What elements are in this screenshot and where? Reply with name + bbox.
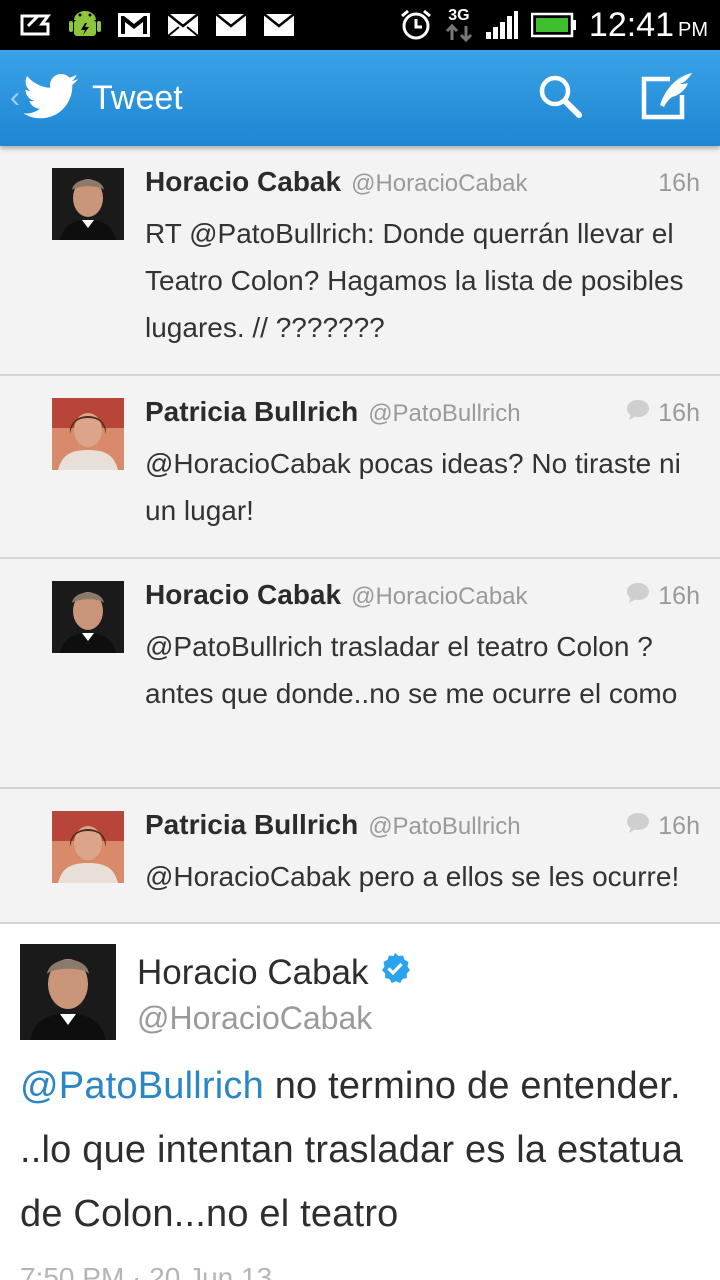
- notification-icons: [0, 0, 296, 50]
- mail-icon: [214, 12, 248, 38]
- avatar[interactable]: [52, 398, 124, 470]
- data-arrows-icon: 3G: [445, 8, 473, 42]
- tweet-meta: 16h: [658, 169, 700, 198]
- android-debug-icon: [68, 8, 102, 42]
- tweet-author-handle: @PatoBullrich: [368, 400, 521, 427]
- avatar[interactable]: [52, 168, 124, 240]
- mail-icon: [166, 12, 200, 38]
- tweet-body: Patricia Bullrich @PatoBullrich 16h @Hor…: [145, 396, 700, 534]
- main-tweet: Horacio Cabak @HoracioCabak @PatoBullric…: [0, 924, 720, 1280]
- tweet-body: Horacio Cabak @HoracioCabak 16h RT @Pato…: [145, 166, 700, 351]
- action-bar-actions: [536, 71, 720, 126]
- tweet-text: RT @PatoBullrich: Donde querrán llevar e…: [145, 218, 684, 343]
- main-tweet-author-name: Horacio Cabak: [137, 952, 369, 992]
- tweet-author-name[interactable]: Patricia Bullrich: [145, 809, 358, 841]
- tweet-author-name[interactable]: Horacio Cabak: [145, 579, 341, 611]
- tweet-meta: 16h: [626, 812, 700, 841]
- conversation-tweet[interactable]: Patricia Bullrich @PatoBullrich 16h @Hor…: [0, 376, 720, 559]
- avatar[interactable]: [52, 811, 124, 883]
- stack-icon: [18, 10, 54, 40]
- avatar[interactable]: [20, 944, 116, 1040]
- tweet-header: Horacio Cabak @HoracioCabak 16h: [145, 579, 700, 619]
- tweet-text: @PatoBullrich trasladar el teatro Colon …: [145, 631, 678, 709]
- tweet-author-handle: @HoracioCabak: [351, 170, 528, 197]
- conversation-tweet[interactable]: Patricia Bullrich @PatoBullrich 16h @Hor…: [0, 789, 720, 924]
- main-tweet-handle: @HoracioCabak: [137, 1000, 373, 1036]
- compose-icon[interactable]: [640, 71, 696, 126]
- tweet-time: 16h: [658, 399, 700, 427]
- system-icons: 3G 12:41 PM: [399, 0, 720, 50]
- main-tweet-text: @PatoBullrich no termino de entender. ..…: [20, 1054, 710, 1246]
- tweet-body: Horacio Cabak @HoracioCabak 16h @PatoBul…: [145, 579, 700, 717]
- tweet-header: Patricia Bullrich @PatoBullrich 16h: [145, 396, 700, 436]
- mention-link[interactable]: @PatoBullrich: [20, 1065, 264, 1107]
- reply-bubble-icon: [626, 812, 650, 841]
- tweet-author-handle: @HoracioCabak: [351, 583, 528, 610]
- gmail-icon: [116, 11, 152, 39]
- tweet-header: Horacio Cabak @HoracioCabak 16h: [145, 166, 700, 206]
- tweet-time: 16h: [658, 812, 700, 840]
- twitter-bird-icon[interactable]: [23, 73, 80, 124]
- tweet-time: 16h: [658, 169, 700, 197]
- conversation-tweet[interactable]: Horacio Cabak @HoracioCabak 16h @PatoBul…: [0, 559, 720, 789]
- tweet-text: @HoracioCabak pocas ideas? No tiraste ni…: [145, 448, 681, 526]
- tweet-meta: 16h: [626, 399, 700, 428]
- page-title: Tweet: [92, 78, 183, 117]
- clock-time: 12:41: [588, 5, 674, 44]
- verified-badge-icon: [379, 952, 411, 993]
- action-bar: ‹ Tweet: [0, 50, 720, 146]
- clock: 12:41 PM: [589, 6, 708, 45]
- reply-bubble-icon: [626, 399, 650, 428]
- main-tweet-author[interactable]: Horacio Cabak: [137, 952, 411, 993]
- status-bar: 3G 12:41 PM: [0, 0, 720, 50]
- reply-bubble-icon: [626, 582, 650, 611]
- search-icon[interactable]: [536, 72, 584, 125]
- conversation-list: Horacio Cabak @HoracioCabak 16h RT @Pato…: [0, 146, 720, 924]
- tweet-text: @HoracioCabak pero a ellos se les ocurre…: [145, 861, 680, 892]
- avatar[interactable]: [52, 581, 124, 653]
- signal-icon: [485, 10, 519, 40]
- mail-icon: [262, 12, 296, 38]
- alarm-icon: [399, 8, 433, 42]
- tweet-author-name[interactable]: Horacio Cabak: [145, 166, 341, 198]
- battery-icon: [530, 11, 577, 39]
- tweet-body: Patricia Bullrich @PatoBullrich 16h @Hor…: [145, 809, 700, 900]
- tweet-time: 16h: [658, 582, 700, 610]
- clock-ampm: PM: [678, 18, 708, 41]
- tweet-meta: 16h: [626, 582, 700, 611]
- tweet-header: Patricia Bullrich @PatoBullrich 16h: [145, 809, 700, 849]
- back-chevron-icon[interactable]: ‹: [10, 83, 20, 113]
- conversation-tweet[interactable]: Horacio Cabak @HoracioCabak 16h RT @Pato…: [0, 146, 720, 376]
- main-tweet-timestamp: 7:50 PM · 20 Jun 13: [20, 1262, 273, 1280]
- tweet-author-name[interactable]: Patricia Bullrich: [145, 396, 358, 428]
- tweet-author-handle: @PatoBullrich: [368, 813, 521, 840]
- network-type-label: 3G: [448, 7, 470, 24]
